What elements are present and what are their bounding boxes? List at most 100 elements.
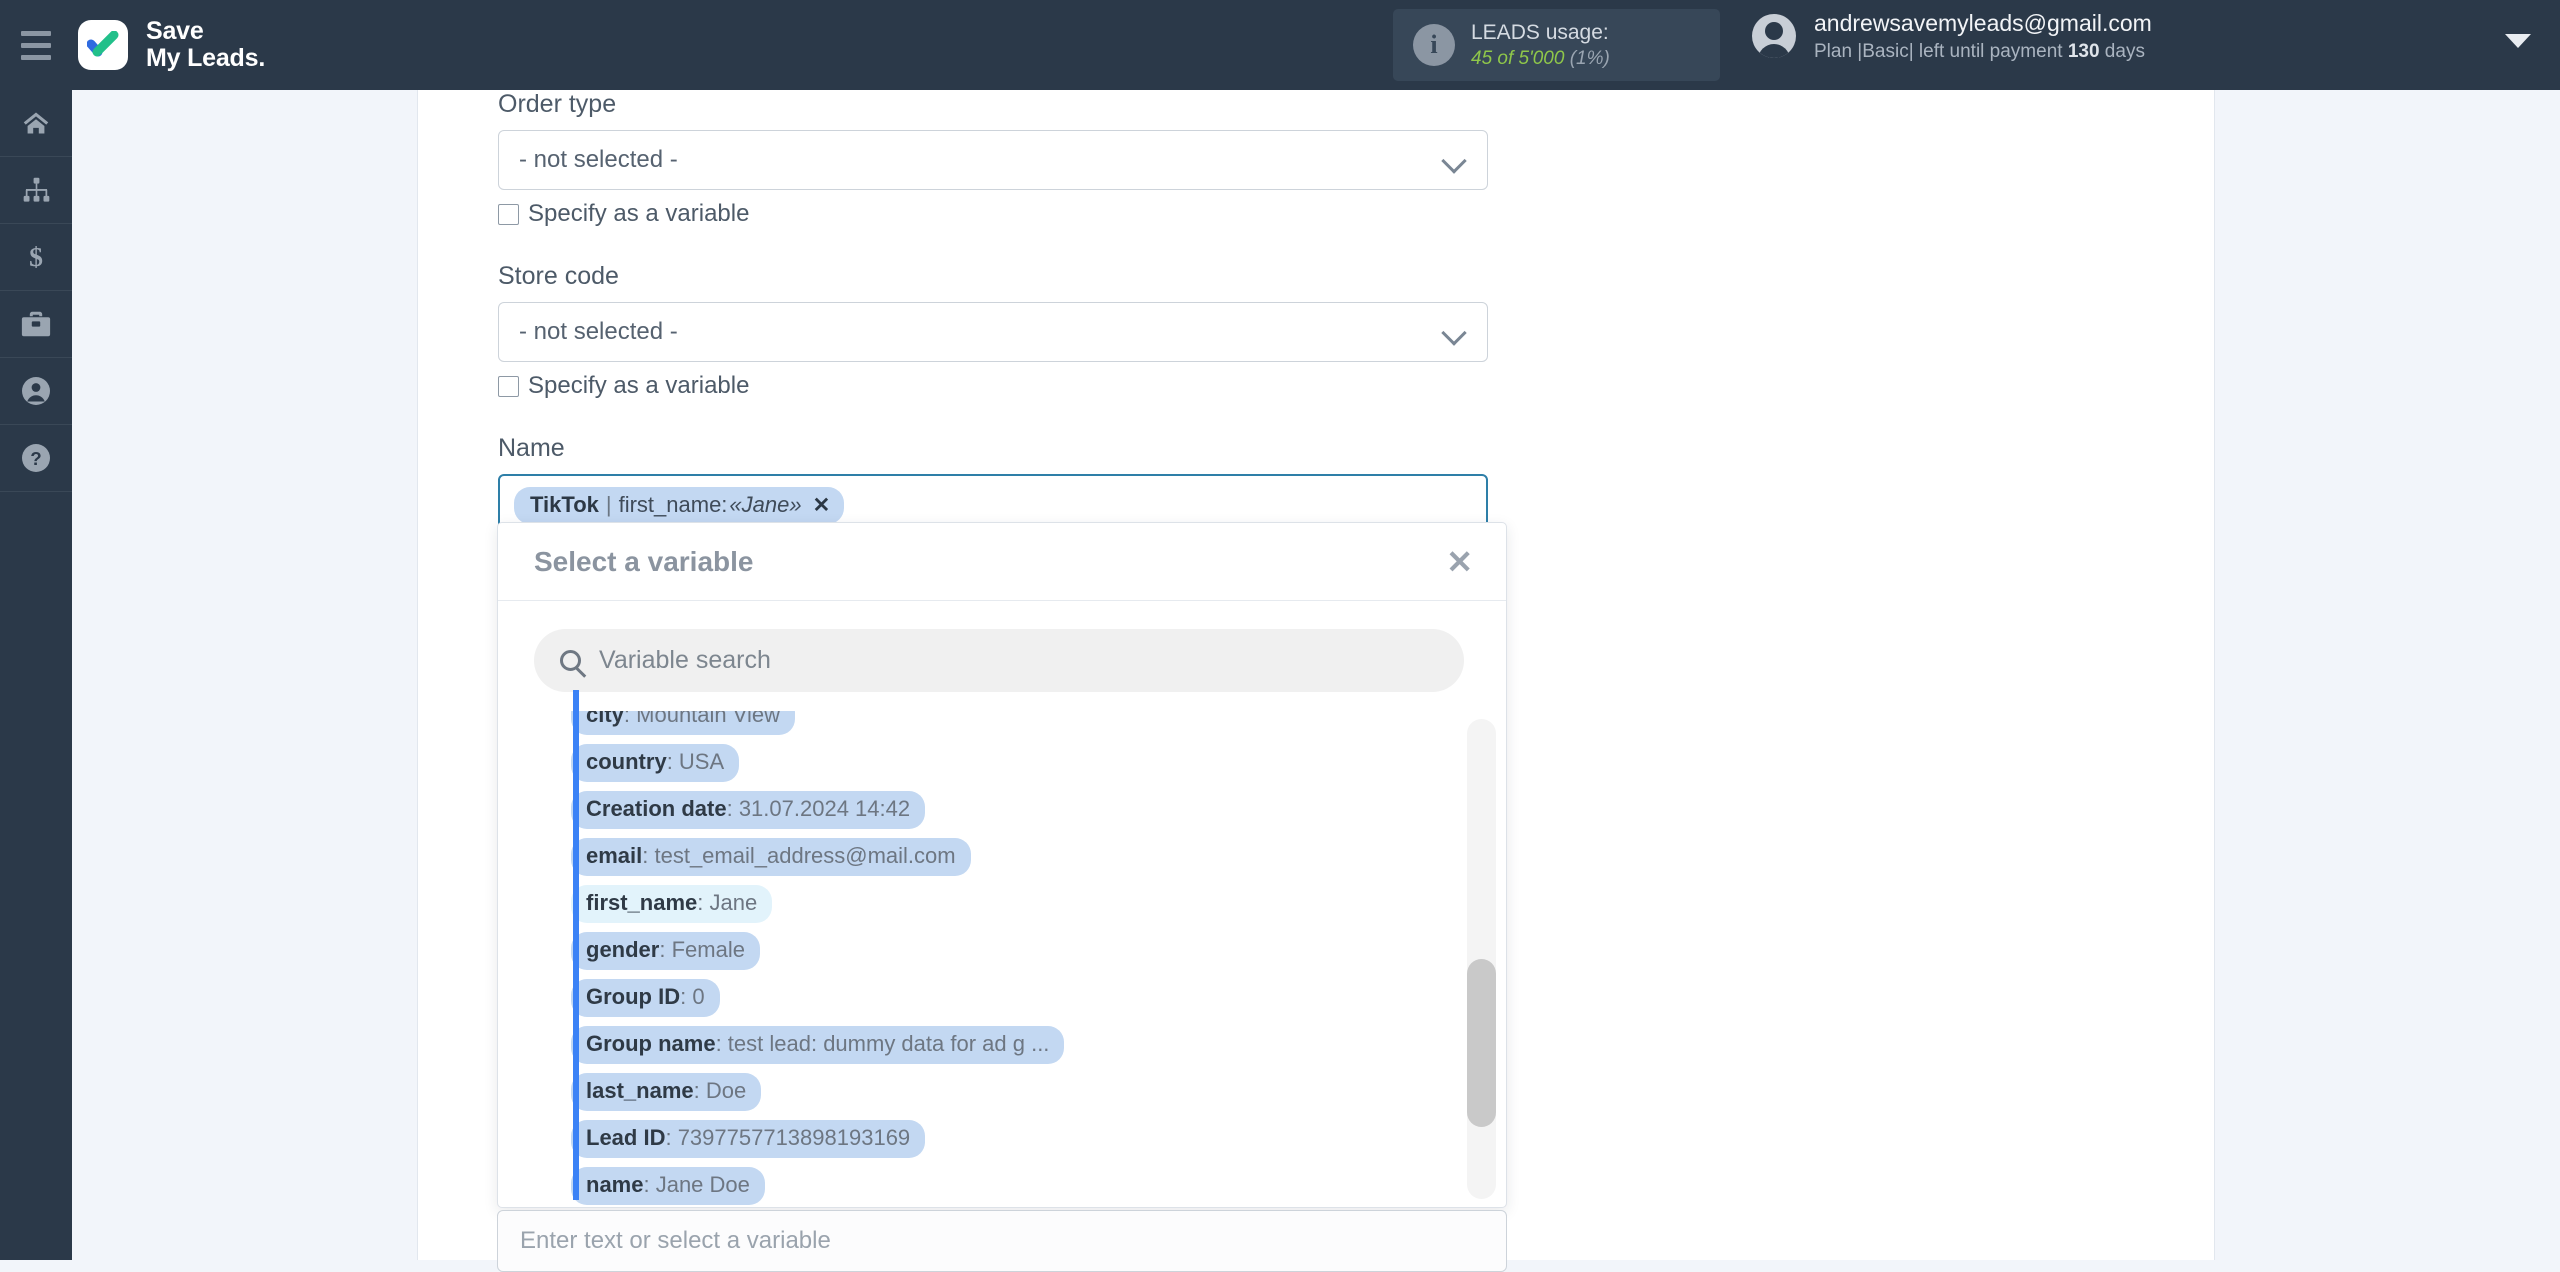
svg-text:$: $ bbox=[29, 242, 43, 272]
variable-key: Lead ID bbox=[586, 1125, 666, 1150]
tag-key: first_name: bbox=[618, 491, 728, 517]
hamburger-bar bbox=[21, 42, 51, 48]
variable-chip[interactable]: gender: Female bbox=[571, 932, 760, 970]
sidebar-item-profile[interactable] bbox=[0, 358, 72, 425]
variable-panel-title: Select a variable bbox=[534, 545, 754, 577]
usage-count: 45 of 5'000 bbox=[1471, 48, 1570, 70]
variable-chip[interactable]: Lead ID: 7397757713898193169 bbox=[571, 1120, 926, 1158]
variable-key: city bbox=[586, 711, 624, 727]
store-code-variable-label: Specify as a variable bbox=[528, 372, 750, 399]
name-label: Name bbox=[498, 434, 565, 462]
store-code-value: - not selected - bbox=[519, 318, 678, 345]
variable-search-placeholder: Variable search bbox=[599, 646, 771, 674]
variable-list-item[interactable]: Group ID: 0 bbox=[571, 975, 1506, 1022]
chevron-down-icon bbox=[1441, 320, 1467, 346]
order-type-variable-checkbox[interactable] bbox=[498, 203, 519, 225]
plan-days: 130 bbox=[2067, 41, 2100, 63]
order-type-select[interactable]: - not selected - bbox=[498, 130, 1488, 190]
search-icon bbox=[560, 650, 581, 671]
variable-value: : USA bbox=[666, 749, 725, 774]
variable-chip[interactable]: first_name: Jane bbox=[571, 885, 773, 923]
plan-prefix: Plan |Basic| left until payment bbox=[1814, 41, 2068, 63]
tag-source: TikTok bbox=[530, 491, 599, 517]
leads-usage-box[interactable]: i LEADS usage: 45 of 5'000 (1%) bbox=[1393, 9, 1720, 81]
sidebar-item-connections[interactable] bbox=[0, 157, 72, 224]
variable-value: : Doe bbox=[693, 1078, 747, 1103]
variable-list-item[interactable]: country: USA bbox=[571, 740, 1506, 787]
variable-list-item[interactable]: city: Mountain View bbox=[571, 711, 1506, 740]
variable-value: : Female bbox=[659, 937, 745, 962]
account-area[interactable]: andrewsavemyleads@gmail.com Plan |Basic|… bbox=[1752, 8, 2152, 65]
checkmark-icon bbox=[87, 31, 119, 57]
brand-line-2: My Leads. bbox=[146, 44, 266, 72]
variable-value: : Jane Doe bbox=[643, 1172, 750, 1197]
question-circle-icon: ? bbox=[22, 444, 50, 472]
home-icon bbox=[23, 112, 49, 134]
variable-chip[interactable]: Group ID: 0 bbox=[571, 979, 720, 1017]
variable-chip[interactable]: city: Mountain View bbox=[571, 711, 796, 735]
order-type-label: Order type bbox=[498, 90, 617, 118]
variable-list-item[interactable]: Creation date: 31.07.2024 14:42 bbox=[571, 787, 1506, 834]
account-plan: Plan |Basic| left until payment 130 days bbox=[1814, 39, 2152, 65]
top-bar: Save My Leads. i LEADS usage: 45 of 5'00… bbox=[0, 0, 2560, 90]
brand-line-1: Save bbox=[146, 17, 204, 45]
variable-list-item[interactable]: Lead ID: 7397757713898193169 bbox=[571, 1116, 1506, 1163]
sidebar-item-billing[interactable]: $ bbox=[0, 224, 72, 291]
variable-list[interactable]: city: Mountain View country: USA Creation … bbox=[498, 711, 1506, 1207]
plan-suffix: days bbox=[2099, 41, 2145, 63]
sidebar-item-services[interactable] bbox=[0, 291, 72, 358]
variable-list-item[interactable]: last_name: Doe bbox=[571, 1069, 1506, 1116]
order-type-value: - not selected - bbox=[519, 146, 678, 173]
dollar-icon: $ bbox=[29, 242, 43, 272]
chevron-down-icon bbox=[1441, 148, 1467, 174]
variable-list-item[interactable]: email: test_email_address@mail.com bbox=[571, 834, 1506, 881]
variable-value: : 0 bbox=[680, 984, 705, 1009]
order-type-variable-checkbox-row[interactable]: Specify as a variable bbox=[498, 200, 1488, 228]
variable-value: : 7397757713898193169 bbox=[665, 1125, 911, 1150]
store-code-label: Store code bbox=[498, 262, 619, 290]
savemyleads-logo-icon bbox=[78, 20, 128, 70]
variable-value: : Jane bbox=[697, 890, 758, 915]
sidebar-item-home[interactable] bbox=[0, 90, 72, 157]
hamburger-bar bbox=[21, 30, 51, 36]
variable-chip[interactable]: Group name: test lead: dummy data for ad… bbox=[571, 1026, 1065, 1064]
sidebar-item-help[interactable]: ? bbox=[0, 425, 72, 492]
sitemap-icon bbox=[23, 177, 49, 202]
variable-panel-close-icon[interactable]: ✕ bbox=[1446, 546, 1473, 578]
account-text: andrewsavemyleads@gmail.com Plan |Basic|… bbox=[1814, 8, 2152, 65]
variable-search-input[interactable]: Variable search bbox=[534, 629, 1464, 692]
brand-name: Save My Leads. bbox=[146, 18, 265, 72]
variable-key: Group ID bbox=[586, 984, 681, 1009]
left-sidebar: $ ? bbox=[0, 90, 72, 1260]
next-field-text-input[interactable]: Enter text or select a variable bbox=[497, 1210, 1507, 1272]
variable-key: Group name bbox=[586, 1031, 716, 1056]
variable-chip[interactable]: last_name: Doe bbox=[571, 1073, 762, 1111]
variable-key: email bbox=[586, 843, 643, 868]
variable-list-item[interactable]: Group name: test lead: dummy data for ad… bbox=[571, 1022, 1506, 1069]
variable-list-item[interactable]: first_name: Jane bbox=[571, 881, 1506, 928]
order-type-variable-label: Specify as a variable bbox=[528, 200, 750, 227]
tag-remove-close-icon[interactable]: ✕ bbox=[813, 493, 831, 518]
brand-logo-area[interactable]: Save My Leads. bbox=[78, 18, 265, 72]
hamburger-bar bbox=[21, 54, 51, 60]
variable-list-item[interactable]: gender: Female bbox=[571, 928, 1506, 975]
variable-tag-first-name[interactable]: TikTok | first_name: «Jane» ✕ bbox=[514, 486, 845, 524]
variable-list-inner: city: Mountain View country: USA Creation … bbox=[498, 711, 1506, 1207]
variable-value: : Mountain View bbox=[623, 711, 781, 727]
store-code-select[interactable]: - not selected - bbox=[498, 302, 1488, 362]
variable-chip[interactable]: Creation date: 31.07.2024 14:42 bbox=[571, 791, 926, 829]
usage-text: LEADS usage: 45 of 5'000 (1%) bbox=[1471, 19, 1610, 72]
hamburger-menu-icon[interactable] bbox=[0, 0, 72, 90]
tag-separator: | bbox=[605, 491, 612, 517]
variable-chip[interactable]: name: Jane Doe bbox=[571, 1167, 765, 1205]
store-code-variable-checkbox-row[interactable]: Specify as a variable bbox=[498, 372, 1488, 400]
store-code-variable-checkbox[interactable] bbox=[498, 375, 519, 397]
variable-chip[interactable]: country: USA bbox=[571, 744, 740, 782]
variable-search-wrap: Variable search bbox=[498, 601, 1506, 692]
variable-list-item[interactable]: name: Jane Doe bbox=[571, 1163, 1506, 1207]
variable-chip[interactable]: email: test_email_address@mail.com bbox=[571, 838, 971, 876]
variable-list-scrollbar-thumb[interactable] bbox=[1467, 959, 1496, 1127]
info-icon: i bbox=[1413, 24, 1455, 66]
account-chevron-down-icon[interactable] bbox=[2505, 34, 2531, 48]
